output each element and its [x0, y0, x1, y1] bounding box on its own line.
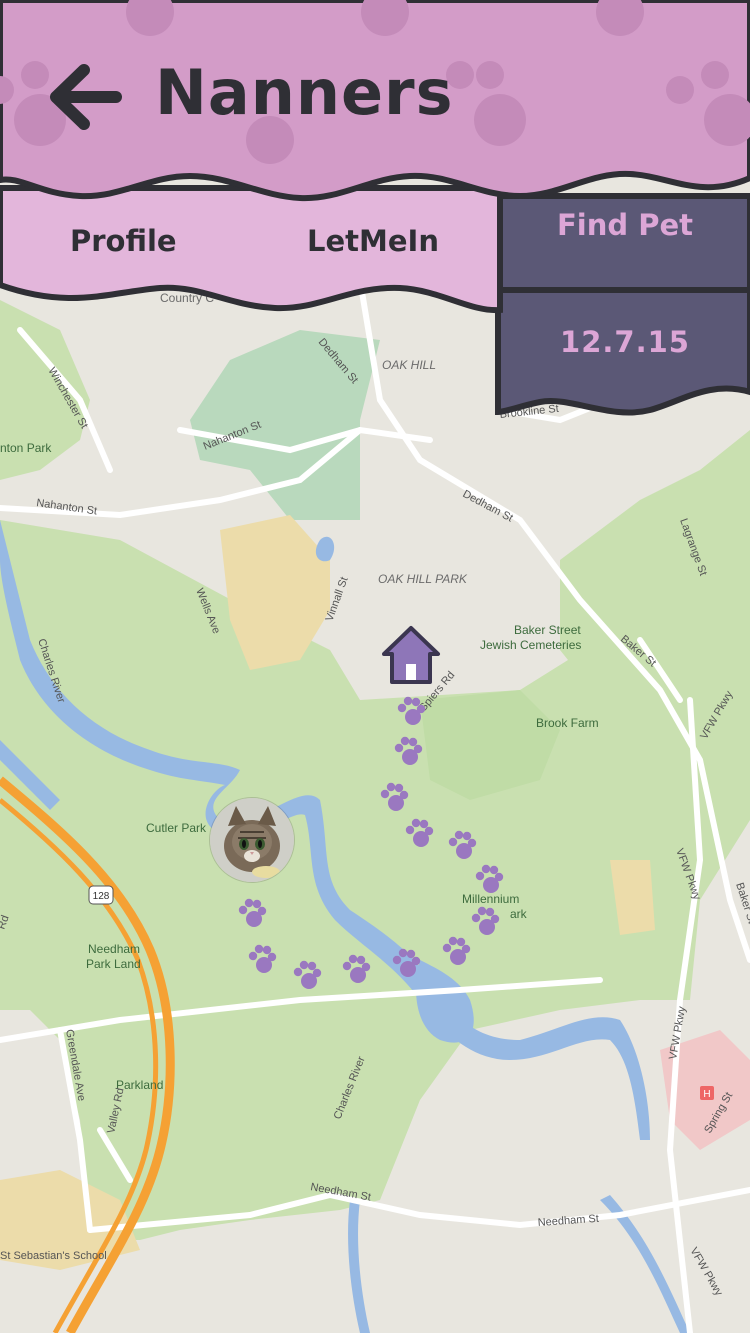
paw-print-icon — [380, 782, 409, 811]
home-marker[interactable] — [380, 624, 442, 686]
home-icon — [382, 626, 440, 684]
arrow-left-icon — [50, 64, 122, 130]
paw-print-icon — [342, 954, 371, 983]
pet-avatar[interactable] — [210, 798, 294, 882]
paw-print-icon — [293, 960, 322, 989]
paw-print-icon — [475, 864, 504, 893]
paw-print-icon — [442, 936, 471, 965]
tab-find-pet[interactable]: Find Pet — [500, 208, 750, 242]
paw-print-icon — [471, 906, 500, 935]
tab-letmein[interactable]: LetMeIn — [307, 224, 439, 258]
date-label: 12.7.15 — [560, 325, 690, 359]
page-title: Nanners — [155, 56, 454, 129]
app-screen: Country C OAK HILL OAK HILL PARK nton Pa… — [0, 0, 750, 1333]
paw-print-icon — [397, 696, 426, 725]
paw-print-icon — [248, 944, 277, 973]
tab-profile[interactable]: Profile — [70, 224, 177, 258]
back-button[interactable] — [48, 62, 128, 132]
paw-print-icon — [392, 948, 421, 977]
paw-print-icon — [405, 818, 434, 847]
paw-print-icon — [238, 898, 267, 927]
paw-print-icon — [394, 736, 423, 765]
cat-avatar — [210, 798, 294, 882]
paw-print-icon — [448, 830, 477, 859]
